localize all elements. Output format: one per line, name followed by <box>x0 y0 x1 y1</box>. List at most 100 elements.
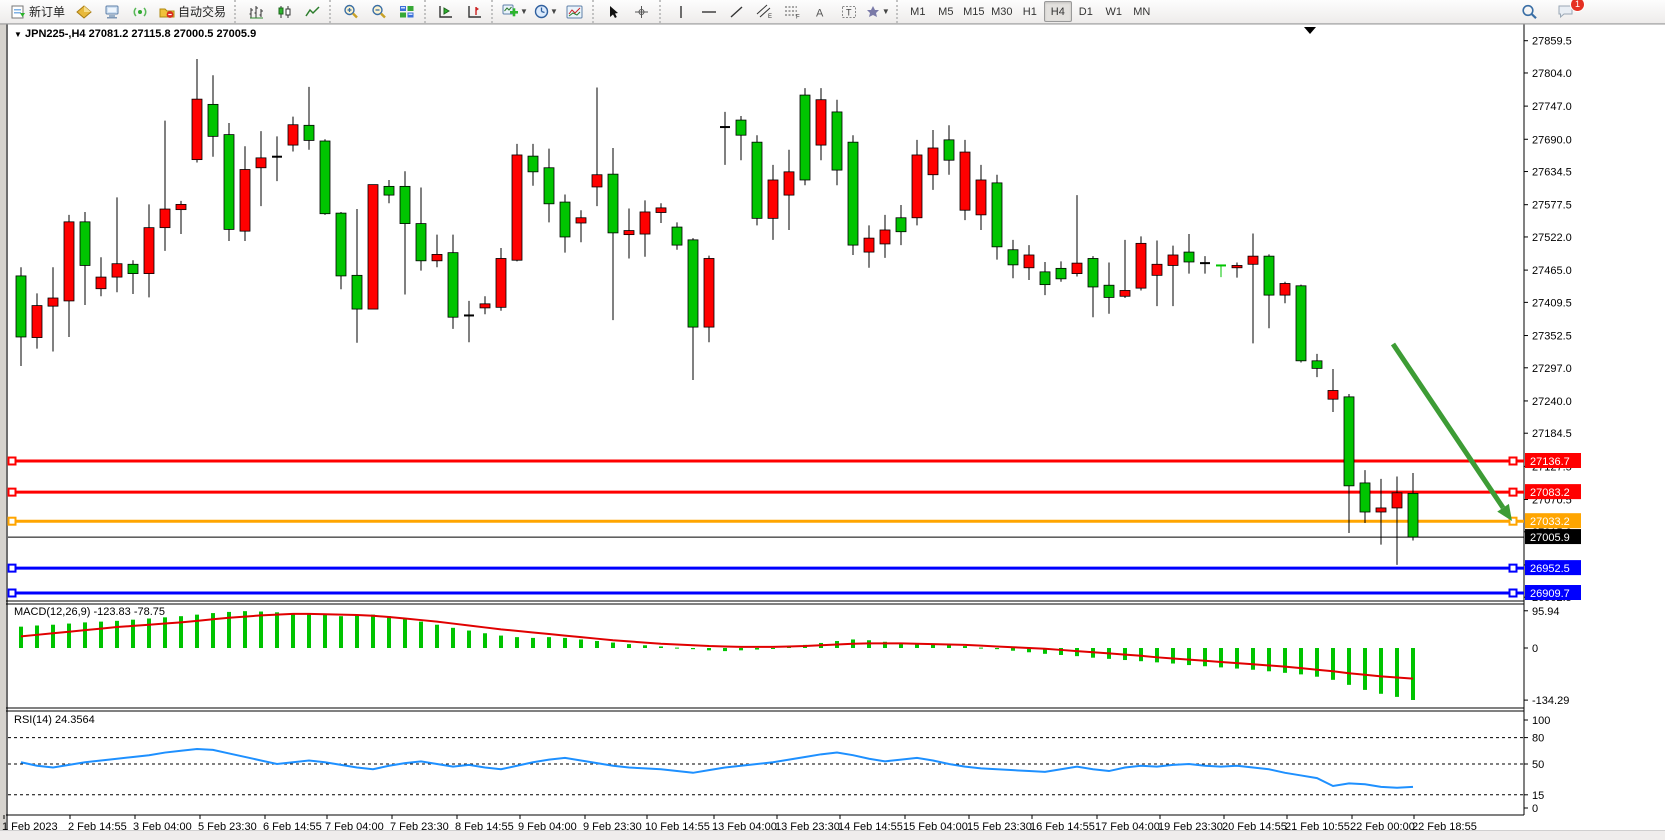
time-tick-label: 20 Feb 14:55 <box>1222 821 1287 830</box>
candle-body <box>1392 493 1402 508</box>
support-2-handle[interactable] <box>9 590 16 597</box>
timeframe-w1[interactable]: W1 <box>1100 1 1128 22</box>
trend-arrow[interactable] <box>1393 344 1503 508</box>
vertical-line-tool[interactable] <box>667 1 695 23</box>
collapse-caret-icon[interactable]: ▼ <box>14 30 22 39</box>
candle-body <box>1248 256 1258 264</box>
macd-histogram-bar <box>99 622 103 648</box>
macd-histogram-bar <box>1283 648 1287 673</box>
autotrading-button[interactable]: 自动交易 <box>154 1 231 23</box>
candle-body <box>1024 255 1034 268</box>
candle-body <box>1104 285 1114 297</box>
zoom-out-button[interactable] <box>365 1 393 23</box>
macd-histogram-bar <box>1203 648 1207 666</box>
bar-chart-button[interactable] <box>242 1 270 23</box>
candle-body <box>480 304 490 308</box>
time-tick-label: 10 Feb 14:55 <box>645 821 710 830</box>
time-axis[interactable]: 1 Feb 20232 Feb 14:553 Feb 04:005 Feb 23… <box>2 815 1477 830</box>
periods-button[interactable]: ▼ <box>531 1 561 23</box>
cursor-button[interactable] <box>600 1 628 23</box>
candle-body <box>432 254 442 260</box>
text-tool[interactable]: A <box>807 1 835 23</box>
macd-histogram-bar <box>19 627 23 648</box>
candle-body <box>1072 263 1082 273</box>
trendline-tool[interactable] <box>723 1 751 23</box>
signals-button[interactable] <box>126 1 154 23</box>
macd-histogram-bar <box>1219 648 1223 667</box>
timeframe-mn[interactable]: MN <box>1128 1 1156 22</box>
zoom-in-button[interactable] <box>337 1 365 23</box>
macd-histogram-bar <box>979 648 983 649</box>
price-chart-canvas[interactable]: 27859.527804.027747.027690.027634.527577… <box>0 24 1665 830</box>
macd-histogram-bar <box>1315 648 1319 677</box>
auto-scroll-button[interactable] <box>432 1 460 23</box>
macd-histogram-bar <box>1267 648 1271 671</box>
notifications-button[interactable]: 1 <box>1551 1 1579 23</box>
tile-windows-button[interactable] <box>393 1 421 23</box>
price-tick-label: 27577.5 <box>1532 200 1572 212</box>
resistance-2-handle[interactable] <box>9 489 16 496</box>
macd-histogram-bar <box>1379 648 1383 694</box>
macd-histogram-bar <box>435 625 439 648</box>
timeframe-m30[interactable]: M30 <box>988 1 1016 22</box>
candle-body <box>736 120 746 135</box>
templates-button[interactable] <box>561 1 589 23</box>
market-watch-button[interactable] <box>70 1 98 23</box>
indicators-button[interactable]: ▼ <box>499 1 531 23</box>
macd-histogram-bar <box>275 612 279 648</box>
candle-body <box>320 141 330 214</box>
support-2-handle[interactable] <box>1510 590 1517 597</box>
crosshair-button[interactable] <box>628 1 656 23</box>
time-tick-label: 5 Feb 23:30 <box>198 821 257 830</box>
timeframe-d1[interactable]: D1 <box>1072 1 1100 22</box>
timeframe-m5[interactable]: M5 <box>932 1 960 22</box>
rsi-label: RSI(14) 24.3564 <box>14 714 95 726</box>
support-1-handle[interactable] <box>1510 565 1517 572</box>
chart-shift-marker[interactable] <box>1304 27 1316 34</box>
horizontal-line-tool[interactable] <box>695 1 723 23</box>
candle-body <box>496 258 506 307</box>
candlestick-chart-button[interactable] <box>270 1 298 23</box>
macd-histogram-bar <box>35 625 39 648</box>
macd-histogram-bar <box>259 612 263 648</box>
support-1-handle[interactable] <box>9 565 16 572</box>
macd-histogram-bar <box>915 645 919 648</box>
resistance-1-handle[interactable] <box>9 458 16 465</box>
macd-histogram-bar <box>675 648 679 649</box>
price-axis[interactable]: 27859.527804.027747.027690.027634.527577… <box>1524 36 1581 604</box>
candle-body <box>848 142 858 245</box>
timeframe-m15[interactable]: M15 <box>960 1 988 22</box>
pivot-line-handle[interactable] <box>9 518 16 525</box>
macd-histogram-bar <box>1011 648 1015 651</box>
macd-histogram-bar <box>131 620 135 648</box>
zoom-out-icon <box>371 4 387 19</box>
timeframe-h1[interactable]: H1 <box>1016 1 1044 22</box>
candle-body <box>416 224 426 261</box>
candle-body <box>752 142 762 218</box>
rsi-line <box>21 749 1413 788</box>
line-chart-button[interactable] <box>298 1 326 23</box>
macd-histogram-bar <box>1363 648 1367 690</box>
candle-body <box>176 204 186 209</box>
candle-body <box>880 230 890 244</box>
arrows-tool[interactable]: ▼ <box>863 1 893 23</box>
timeframe-h4[interactable]: H4 <box>1044 1 1072 22</box>
new-order-label: 新订单 <box>29 3 65 20</box>
candle-body <box>832 112 842 170</box>
channel-tool[interactable]: E <box>751 1 779 23</box>
time-tick-label: 13 Feb 04:00 <box>712 821 777 830</box>
candle-body <box>896 218 906 232</box>
chart-shift-button[interactable] <box>460 1 488 23</box>
candle-body <box>96 277 106 289</box>
search-button[interactable] <box>1515 1 1543 23</box>
price-tick-label: 27465.0 <box>1532 265 1572 277</box>
cursor-icon <box>607 5 620 19</box>
new-order-button[interactable]: 新订单 <box>6 1 70 23</box>
terminal-button[interactable] <box>98 1 126 23</box>
fibonacci-tool[interactable]: F <box>779 1 807 23</box>
horizontal-lines <box>8 458 1524 597</box>
timeframe-m1[interactable]: M1 <box>904 1 932 22</box>
resistance-2-handle[interactable] <box>1510 489 1517 496</box>
text-label-tool[interactable]: T <box>835 1 863 23</box>
resistance-1-handle[interactable] <box>1510 458 1517 465</box>
